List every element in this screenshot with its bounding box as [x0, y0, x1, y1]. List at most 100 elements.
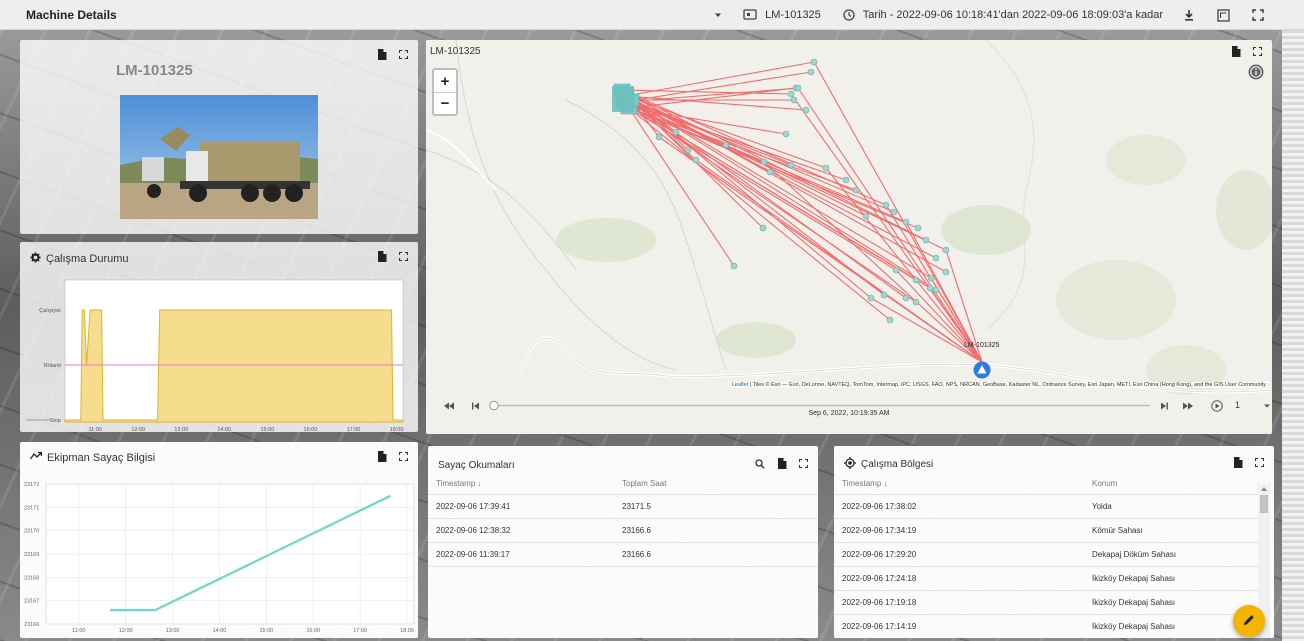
y-tick-label: Çalışıyor — [39, 308, 61, 314]
route-point — [822, 164, 830, 172]
export-pdf-icon[interactable] — [777, 458, 787, 469]
machine-panel: LM-101325 — [20, 40, 418, 234]
expand-icon[interactable] — [799, 459, 808, 468]
cell-location: İkizköy Dekapaj Sahası — [1084, 590, 1258, 615]
route-point — [722, 141, 730, 149]
column-header-timestamp[interactable]: Timestamp ↓ — [834, 474, 1084, 495]
status-panel: Çalışma Durumu Çalışıyor Rölanti Stop 11:00… — [20, 242, 418, 432]
machine-id-label[interactable]: LM-101325 — [765, 9, 821, 21]
search-icon[interactable] — [755, 458, 765, 469]
x-tick-label: 11:00 — [72, 628, 85, 634]
vehicle-marker-icon[interactable] — [973, 361, 991, 382]
zoom-out-button[interactable]: − — [434, 92, 456, 114]
machine-photo — [120, 95, 318, 219]
route-point-cluster — [612, 86, 634, 112]
x-tick-label: 14:00 — [213, 628, 227, 634]
route-point — [862, 212, 870, 220]
panel-title: Çalışma Bölgesi — [861, 459, 934, 470]
panel-title: Sayaç Okumaları — [438, 460, 515, 471]
route-point — [842, 176, 850, 184]
x-tick-label: 17:00 — [347, 427, 361, 432]
status-chart: Çalışıyor Rölanti Stop 11:00 12:00 13:00 14:00… — [26, 279, 404, 432]
machine-id-icon — [743, 9, 757, 21]
export-pdf-icon[interactable] — [1231, 46, 1241, 57]
scrollbar-thumb[interactable] — [1260, 495, 1268, 513]
route-point — [692, 156, 700, 164]
x-tick-label: 12:00 — [131, 427, 145, 432]
cell-timestamp: 2022-09-06 11:39:17 — [428, 542, 614, 567]
x-tick-label: 14:00 — [217, 427, 231, 432]
table-row[interactable]: 2022-09-06 11:39:17 23166.6 — [428, 542, 818, 567]
expand-icon[interactable] — [399, 50, 408, 59]
route-point — [912, 276, 920, 284]
cell-timestamp: 2022-09-06 17:14:19 — [834, 614, 1084, 638]
table-header-row: Timestamp ↓ Toplam Saat — [428, 474, 818, 495]
expand-icon[interactable] — [1255, 458, 1264, 467]
table-row[interactable]: 2022-09-06 17:14:19 İkizköy Dekapaj Sahas… — [834, 614, 1258, 638]
dropdown-caret-icon[interactable] — [713, 10, 723, 20]
route-point — [886, 316, 894, 324]
region-table-scroll[interactable]: Timestamp ↓ Konum 2022-09-06 17:38:02 Yol… — [834, 474, 1258, 638]
zoom-in-button[interactable]: + — [434, 70, 456, 92]
x-tick-label: 16:00 — [306, 628, 320, 634]
machine-name: LM-101325 — [116, 62, 193, 79]
readings-table: Timestamp ↓ Toplam Saat 2022-09-06 17:39… — [428, 474, 818, 567]
route-point — [922, 236, 930, 244]
expand-icon[interactable] — [1253, 47, 1262, 56]
map-panel: LM-101325 + − LM-101325 Leaflet | Tiles … — [426, 40, 1272, 434]
y-tick-label: 23172 — [24, 482, 39, 488]
edit-fab-button[interactable] — [1233, 605, 1265, 637]
playback-time: Sep 6, 2022, 10:19:35 AM — [808, 410, 890, 417]
table-row[interactable]: 2022-09-06 17:34:19 Kömür Sahası — [834, 518, 1258, 543]
export-pdf-icon[interactable] — [377, 49, 387, 60]
pencil-icon — [1242, 613, 1256, 630]
cell-location: Dekapaj Döküm Sahası — [1084, 542, 1258, 567]
table-row[interactable]: 2022-09-06 17:29:20 Dekapaj Döküm Sahası — [834, 542, 1258, 567]
map-canvas[interactable] — [426, 40, 1272, 434]
route-point — [902, 218, 910, 226]
table-row[interactable]: 2022-09-06 17:39:41 23171.5 — [428, 494, 818, 519]
cell-timestamp: 2022-09-06 17:39:41 — [428, 494, 614, 519]
x-tick-label: 13:00 — [174, 427, 188, 432]
counter-chart: 23172 23171 23170 23169 23168 23167 23166 11:00… — [24, 482, 415, 634]
column-header-total-hours[interactable]: Toplam Saat — [614, 474, 818, 495]
route-point — [759, 224, 767, 232]
region-panel: Çalışma Bölgesi Timestamp ↓ Konum 2022-0… — [834, 446, 1274, 638]
y-tick-label: 23170 — [24, 529, 39, 535]
cell-timestamp: 2022-09-06 17:34:19 — [834, 518, 1084, 543]
table-row[interactable]: 2022-09-06 17:19:18 İkizköy Dekapaj Sahas… — [834, 590, 1258, 615]
route-point — [852, 186, 860, 194]
column-header-location[interactable]: Konum — [1084, 474, 1258, 495]
column-header-timestamp[interactable]: Timestamp ↓ — [428, 474, 614, 495]
scroll-up-icon — [1261, 487, 1267, 491]
route-point — [730, 262, 738, 270]
fast-forward-icon — [1183, 402, 1193, 410]
download-icon[interactable] — [1183, 9, 1195, 21]
page-title: Machine Details — [26, 7, 117, 22]
route-point — [880, 291, 888, 299]
panel-title: LM-101325 — [430, 46, 481, 57]
date-range-label[interactable]: Tarih - 2022-09-06 10:18:41'dan 2022-09-… — [863, 9, 1163, 21]
table-row[interactable]: 2022-09-06 17:38:02 Yolda — [834, 494, 1258, 519]
y-tick-label: Stop — [50, 418, 61, 424]
info-icon[interactable] — [1248, 64, 1264, 83]
leaflet-link[interactable]: Leaflet — [732, 382, 749, 388]
table-row[interactable]: 2022-09-06 12:38:32 23166.6 — [428, 518, 818, 543]
y-tick-label: 23169 — [24, 552, 39, 558]
cell-timestamp: 2022-09-06 17:19:18 — [834, 590, 1084, 615]
route-point — [787, 161, 795, 169]
table-row[interactable]: 2022-09-06 17:24:18 İkizköy Dekapaj Sahas… — [834, 566, 1258, 591]
skip-start-icon — [472, 402, 479, 410]
y-tick-label: 23166 — [24, 622, 39, 628]
x-tick-label: 15:00 — [259, 628, 273, 634]
readings-panel: Sayaç Okumaları Timestamp ↓ Toplam Saat … — [428, 446, 818, 638]
screenshot-icon[interactable] — [1217, 8, 1230, 22]
route-point — [867, 294, 875, 302]
export-pdf-icon[interactable] — [1233, 457, 1243, 468]
route-point — [892, 266, 900, 274]
fullscreen-icon[interactable] — [1252, 9, 1264, 21]
speed-caret-icon — [1264, 404, 1270, 408]
playback-speed[interactable]: 1 — [1235, 400, 1240, 410]
cell-timestamp: 2022-09-06 17:24:18 — [834, 566, 1084, 591]
route-point — [912, 298, 920, 306]
